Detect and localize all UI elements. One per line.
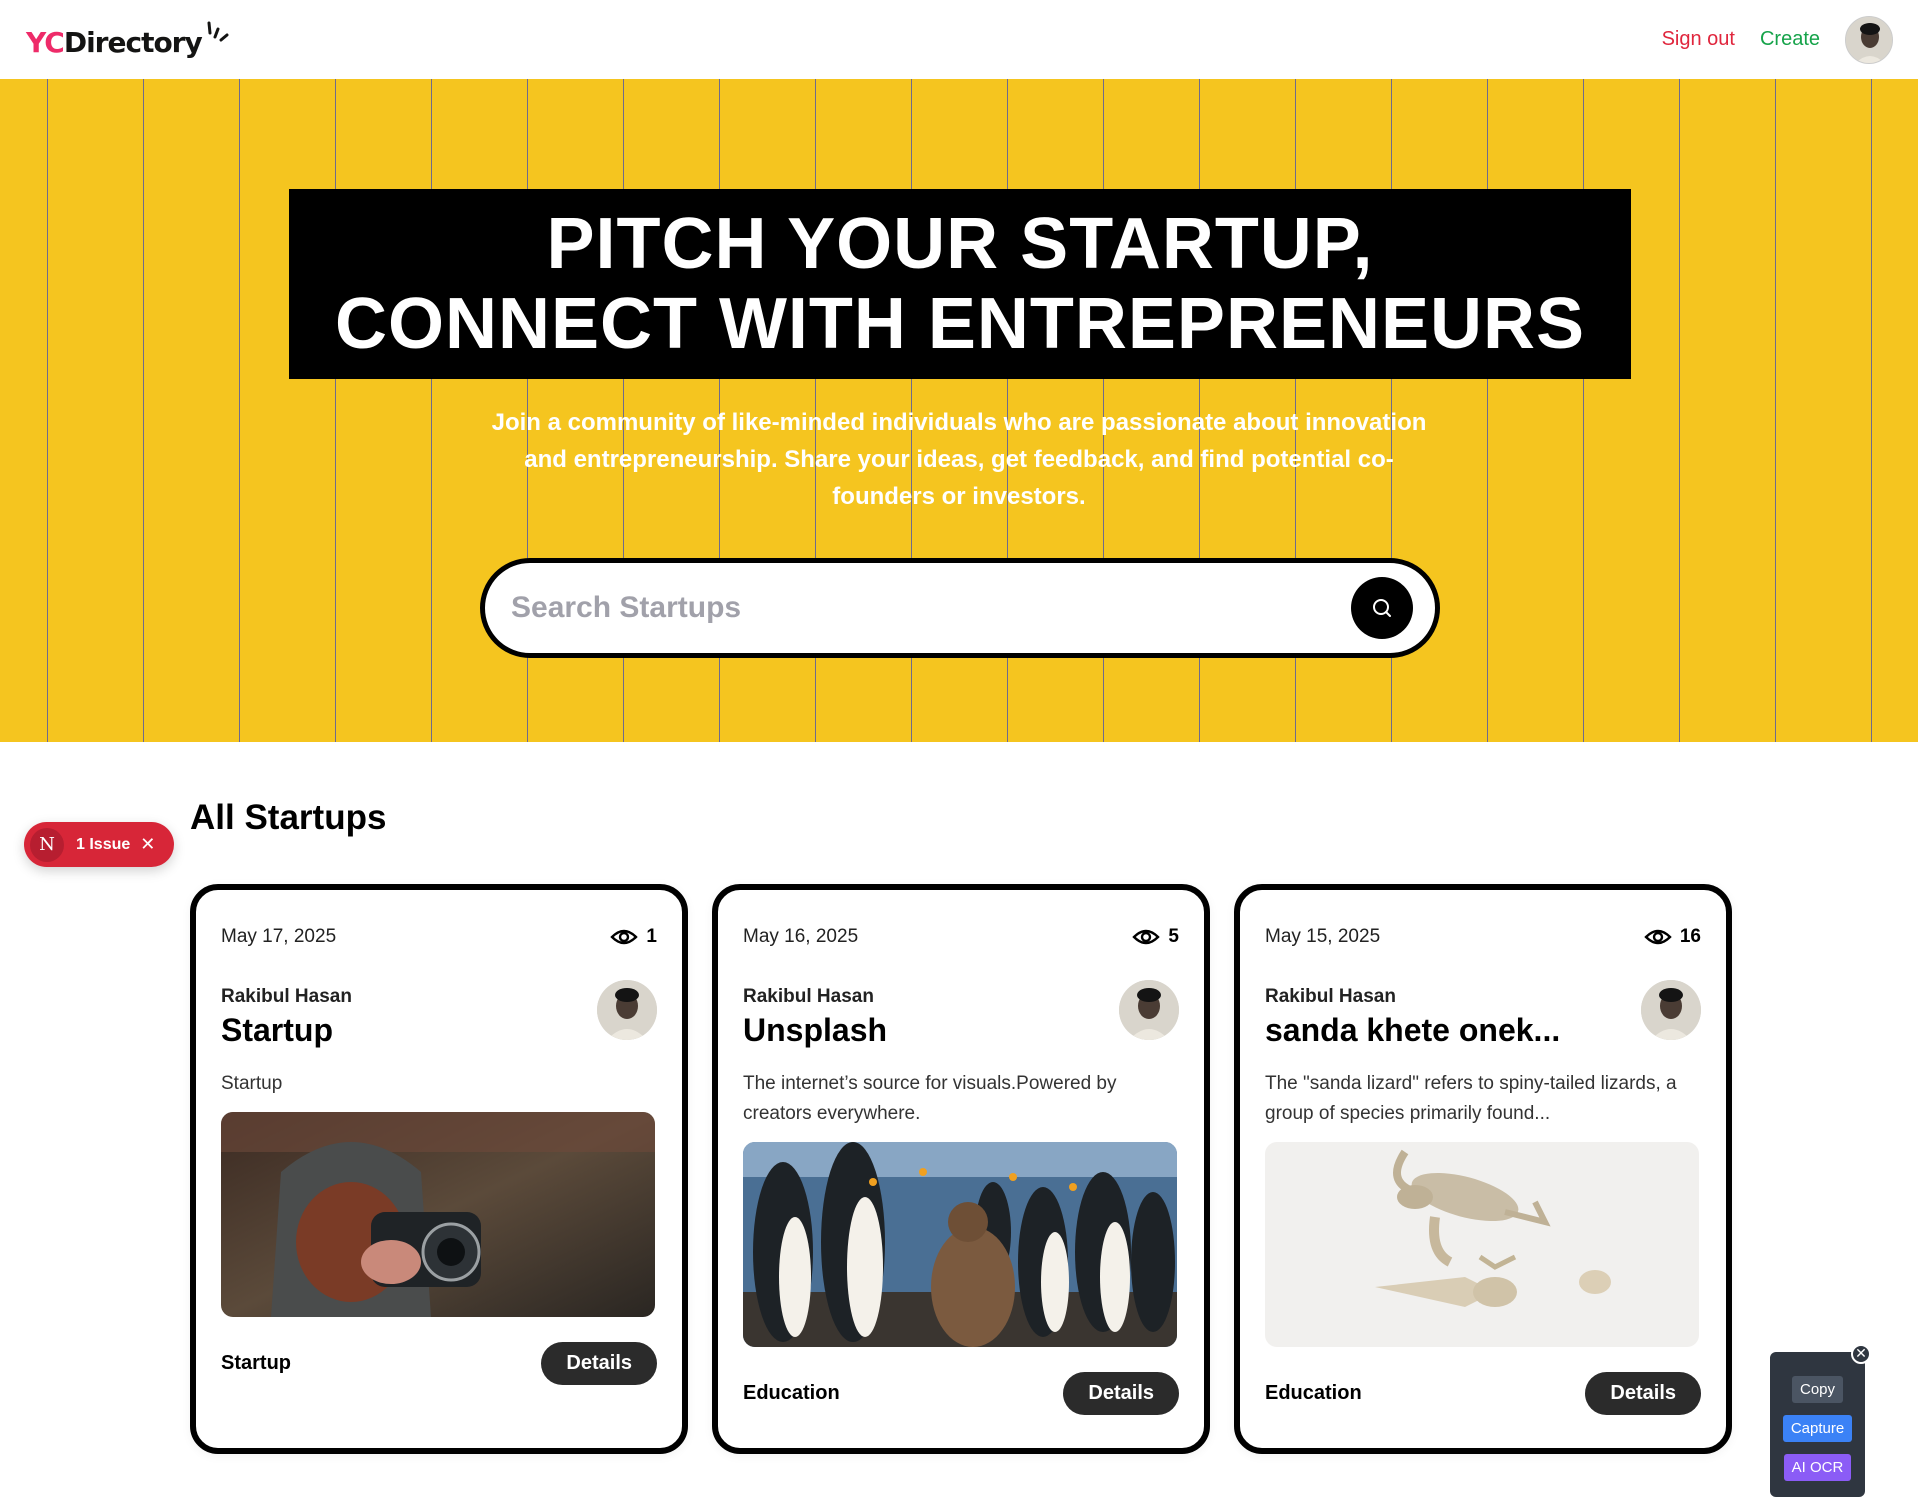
- hero-title: PITCH YOUR STARTUP, CONNECT WITH ENTREPR…: [289, 189, 1631, 379]
- issue-count: 1 Issue: [76, 835, 131, 853]
- logo-directory: Directory: [63, 25, 203, 59]
- startup-card: May 16, 2025 5 Rakibul Hasan Unsplash Th…: [712, 884, 1210, 1454]
- card-image[interactable]: [743, 1142, 1177, 1347]
- capture-tools-panel: ✕ Copy Capture AI OCR: [1770, 1344, 1871, 1497]
- card-date: May 15, 2025: [1265, 926, 1381, 947]
- views-count: 16: [1679, 926, 1701, 947]
- logo-spark-icon: [207, 21, 229, 41]
- search-form: [480, 558, 1440, 658]
- copy-button[interactable]: Copy: [1791, 1376, 1844, 1403]
- eye-icon: [1132, 929, 1161, 945]
- card-category[interactable]: Education: [1265, 1382, 1362, 1405]
- author-avatar[interactable]: [1119, 980, 1179, 1040]
- sign-out-link[interactable]: Sign out: [1662, 28, 1735, 51]
- views-count: 1: [646, 926, 657, 947]
- card-image[interactable]: [221, 1112, 655, 1317]
- card-author[interactable]: Rakibul Hasan: [743, 986, 887, 1008]
- card-views: 16: [1644, 926, 1701, 948]
- card-description: The "sanda lizard" refers to spiny-taile…: [1265, 1073, 1677, 1124]
- ai-ocr-button[interactable]: AI OCR: [1783, 1454, 1852, 1481]
- card-author[interactable]: Rakibul Hasan: [221, 986, 352, 1008]
- card-date: May 16, 2025: [743, 926, 859, 947]
- capture-button[interactable]: Capture: [1782, 1415, 1853, 1442]
- nextjs-icon: N: [30, 827, 64, 862]
- search-icon: [1373, 599, 1391, 617]
- startup-card: May 17, 2025 1 Rakibul Hasan Startup Sta…: [190, 884, 688, 1454]
- close-icon[interactable]: ✕: [1851, 1344, 1871, 1364]
- details-button[interactable]: Details: [1063, 1372, 1179, 1415]
- nav-right: Sign out Create: [1662, 15, 1893, 64]
- card-description: The internet’s source for visuals.Powere…: [743, 1073, 1117, 1124]
- user-avatar-icon: [1846, 16, 1892, 63]
- logo-yc: YC: [26, 25, 65, 59]
- card-author[interactable]: Rakibul Hasan: [1265, 986, 1560, 1008]
- card-title[interactable]: sanda khete onek...: [1265, 1012, 1560, 1049]
- penguins-image: [743, 1142, 1177, 1347]
- section-title: All Startups: [190, 798, 387, 837]
- card-category[interactable]: Education: [743, 1382, 840, 1405]
- card-views: 5: [1132, 926, 1179, 948]
- views-count: 5: [1168, 926, 1179, 947]
- issue-badge[interactable]: N 1 Issue ✕: [24, 822, 174, 867]
- startup-card: May 15, 2025 16 Rakibul Hasan sanda khet…: [1234, 884, 1732, 1454]
- lizard-image: [1265, 1142, 1699, 1347]
- eye-icon: [1644, 929, 1672, 945]
- photographer-image: [221, 1112, 655, 1317]
- author-avatar[interactable]: [597, 980, 657, 1040]
- card-title[interactable]: Startup: [221, 1012, 352, 1049]
- search-button[interactable]: [1351, 577, 1413, 639]
- logo[interactable]: YC Directory: [26, 21, 230, 59]
- eye-icon: [610, 929, 639, 945]
- create-link[interactable]: Create: [1760, 28, 1820, 51]
- card-category[interactable]: Startup: [221, 1352, 291, 1375]
- navbar: YC Directory Sign out Create: [0, 0, 1918, 79]
- hero-subtitle: Join a community of like-minded individu…: [491, 409, 1427, 510]
- author-avatar-icon: [597, 980, 657, 1040]
- card-date: May 17, 2025: [221, 926, 337, 947]
- card-image[interactable]: [1265, 1142, 1699, 1347]
- card-views: 1: [610, 926, 657, 948]
- user-avatar[interactable]: [1845, 15, 1893, 64]
- hero-title-line1: PITCH YOUR STARTUP,: [546, 204, 1374, 284]
- details-button[interactable]: Details: [541, 1342, 657, 1385]
- hero: PITCH YOUR STARTUP, CONNECT WITH ENTREPR…: [0, 79, 1918, 742]
- card-title[interactable]: Unsplash: [743, 1012, 887, 1049]
- author-avatar-icon: [1641, 980, 1701, 1040]
- author-avatar[interactable]: [1641, 980, 1701, 1040]
- hero-title-line2: CONNECT WITH ENTREPRENEURS: [334, 284, 1586, 364]
- search-input[interactable]: [511, 591, 1351, 625]
- details-button[interactable]: Details: [1585, 1372, 1701, 1415]
- card-description: Startup: [221, 1073, 283, 1094]
- author-avatar-icon: [1119, 980, 1179, 1040]
- close-icon[interactable]: ✕: [140, 834, 155, 855]
